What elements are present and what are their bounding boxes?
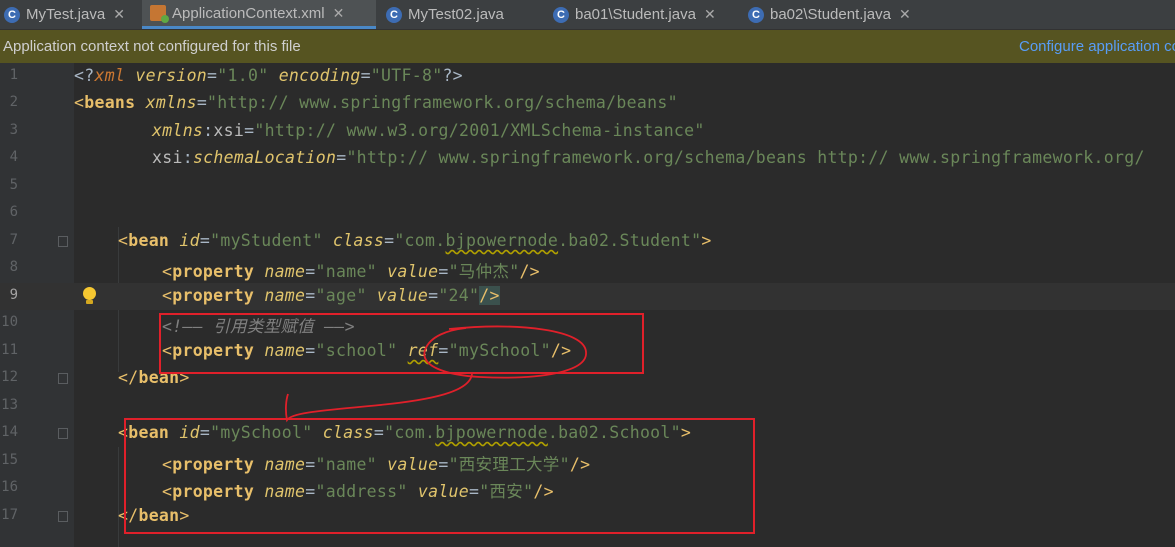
annotation-overlay — [124, 313, 755, 534]
annotation-arrow — [285, 373, 473, 423]
annotation-circle — [423, 325, 587, 379]
annotation-box-ref — [159, 313, 644, 374]
annotation-box-bean — [124, 418, 755, 534]
